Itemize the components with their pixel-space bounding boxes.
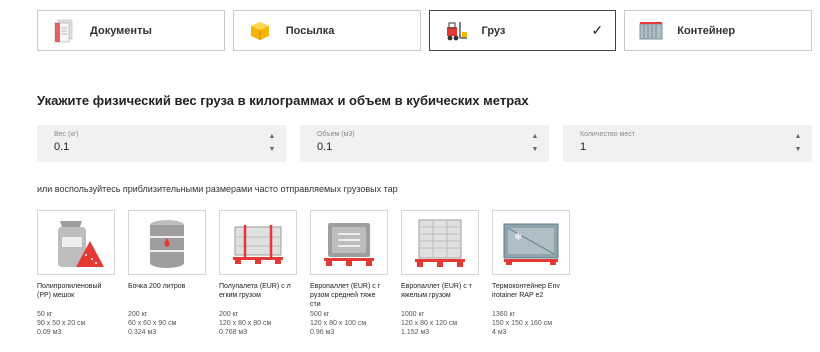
tab-cargo[interactable]: Груз ✓ [428, 10, 617, 51]
package-dims: 120 x 80 x 80 см [219, 320, 272, 327]
weight-field[interactable]: Вес (кг) 0.1 ▲ ▼ [37, 125, 286, 162]
barrel-icon [128, 210, 206, 275]
package-weight: 1360 кг [492, 311, 516, 318]
package-name: Термоконтейнер Env irotainer RAP e2 [492, 283, 560, 299]
tab-label: Посылка [285, 24, 335, 37]
package-name: Бочка 200 литров [128, 283, 186, 290]
container-icon [639, 19, 663, 43]
package-weight: 1000 кг [401, 311, 425, 318]
cargo-inputs: Вес (кг) 0.1 ▲ ▼ Объем (м3) 0.1 ▲ ▼ Коли… [37, 125, 812, 162]
package-name: Европаллет (EUR) с г рузом средней тяже … [310, 283, 381, 308]
package-presets: Полипропиленовый (PP) мешок 50 кг 90 x 5… [37, 210, 570, 337]
package-dims: 150 x 150 x 160 см [492, 320, 553, 327]
stepper-up-icon[interactable]: ▲ [794, 130, 802, 143]
package-name: Европаллет (EUR) с т яжелым грузом [401, 283, 472, 299]
places-value[interactable]: 1 [580, 141, 812, 153]
package-volume: 0.09 м3 [37, 329, 62, 336]
package-name: Полипропиленовый (PP) мешок [37, 283, 102, 299]
tab-label: Контейнер [677, 24, 736, 37]
half-pallet-icon [219, 210, 297, 275]
stepper-up-icon[interactable]: ▲ [531, 130, 539, 143]
stepper-down-icon[interactable]: ▼ [531, 143, 539, 156]
parcel-box-icon [248, 19, 272, 43]
volume-field[interactable]: Объем (м3) 0.1 ▲ ▼ [300, 125, 549, 162]
package-card-half-pallet[interactable]: Полупалета (EUR) с л егким грузом 200 кг… [219, 210, 297, 337]
preset-hint: или воспользуйтесь приблизительными разм… [37, 184, 398, 194]
shipment-type-tabs: Документы Посылка Груз ✓ Контейнер [37, 10, 812, 51]
euro-pallet-heavy-icon [401, 210, 479, 275]
package-weight: 200 кг [219, 311, 239, 318]
euro-pallet-medium-icon [310, 210, 388, 275]
places-label: Количество мест [580, 131, 635, 138]
package-weight: 500 кг [310, 311, 330, 318]
volume-stepper[interactable]: ▲ ▼ [531, 130, 539, 158]
volume-label: Объем (м3) [317, 131, 355, 138]
section-heading: Укажите физический вес груза в килограмм… [37, 93, 529, 108]
package-card-euro-pallet-medium[interactable]: Европаллет (EUR) с г рузом средней тяже … [310, 210, 388, 337]
volume-value[interactable]: 0.1 [317, 141, 549, 153]
checkmark-icon: ✓ [591, 22, 604, 38]
weight-label: Вес (кг) [54, 131, 79, 138]
package-dims: 120 x 80 x 120 см [401, 320, 458, 327]
package-card-euro-pallet-heavy[interactable]: Европаллет (EUR) с т яжелым грузом 1000 … [401, 210, 479, 337]
tab-container[interactable]: Контейнер [624, 10, 812, 51]
stepper-down-icon[interactable]: ▼ [794, 143, 802, 156]
stepper-down-icon[interactable]: ▼ [268, 143, 276, 156]
package-volume: 0.96 м3 [310, 329, 335, 336]
package-card-thermo-container[interactable]: ❄ Термоконтейнер Env irotainer RAP e2 13… [492, 210, 570, 337]
package-weight: 50 кг [37, 311, 53, 318]
forklift-icon [444, 19, 468, 43]
thermo-container-icon: ❄ [492, 210, 570, 275]
tab-parcel[interactable]: Посылка [232, 10, 421, 51]
svg-text:❄: ❄ [514, 232, 522, 243]
sack-icon [37, 210, 115, 275]
package-volume: 1.152 м3 [401, 329, 430, 336]
tab-documents[interactable]: Документы [37, 10, 225, 51]
package-card-sack[interactable]: Полипропиленовый (PP) мешок 50 кг 90 x 5… [37, 210, 115, 337]
package-weight: 200 кг [128, 311, 148, 318]
documents-icon [52, 19, 76, 43]
weight-value[interactable]: 0.1 [54, 141, 286, 153]
package-dims: 120 x 80 x 100 см [310, 320, 367, 327]
places-stepper[interactable]: ▲ ▼ [794, 130, 802, 158]
tab-label: Документы [90, 24, 152, 37]
places-field[interactable]: Количество мест 1 ▲ ▼ [563, 125, 812, 162]
package-dims: 90 x 50 x 20 см [37, 320, 86, 327]
stepper-up-icon[interactable]: ▲ [268, 130, 276, 143]
weight-stepper[interactable]: ▲ ▼ [268, 130, 276, 158]
tab-label: Груз [481, 24, 506, 37]
package-volume: 0.324 м3 [128, 329, 157, 336]
package-card-barrel[interactable]: Бочка 200 литров 200 кг 60 x 60 x 90 см … [128, 210, 206, 337]
package-name: Полупалета (EUR) с л егким грузом [219, 283, 291, 299]
package-dims: 60 x 60 x 90 см [128, 320, 177, 327]
package-volume: 0.768 м3 [219, 329, 248, 336]
package-volume: 4 м3 [492, 329, 507, 336]
